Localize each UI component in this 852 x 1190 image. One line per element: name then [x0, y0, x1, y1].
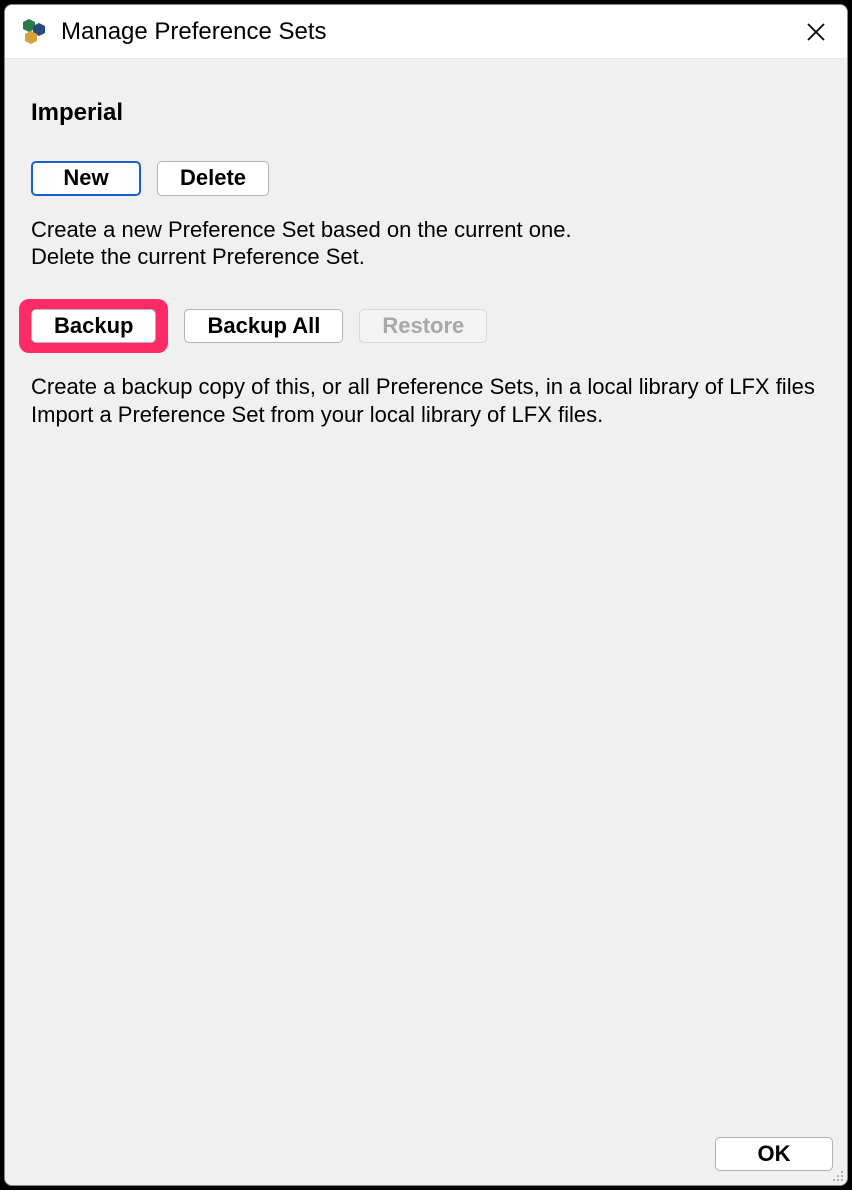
desc-text: Create a backup copy of this, or all Pre… — [31, 374, 815, 399]
title-bar: Manage Preference Sets — [5, 5, 847, 59]
delete-button[interactable]: Delete — [157, 161, 269, 196]
close-icon — [806, 22, 826, 42]
dialog-window: Manage Preference Sets Imperial New Dele… — [4, 4, 848, 1186]
backup-all-button[interactable]: Backup All — [184, 309, 343, 344]
new-delete-row: New Delete — [31, 161, 847, 196]
dialog-footer: OK — [715, 1137, 833, 1171]
window-title: Manage Preference Sets — [61, 18, 793, 46]
resize-grip[interactable] — [829, 1167, 845, 1183]
resize-grip-icon — [829, 1167, 845, 1183]
desc-text: Delete the current Preference Set. — [31, 244, 365, 269]
dialog-content: Imperial New Delete Create a new Prefere… — [5, 59, 847, 1185]
new-delete-description: Create a new Preference Set based on the… — [31, 216, 847, 271]
backup-restore-row: Backup Backup All Restore — [31, 299, 847, 354]
new-button[interactable]: New — [31, 161, 141, 196]
app-icon — [19, 17, 49, 47]
close-button[interactable] — [793, 9, 839, 55]
ok-button[interactable]: OK — [715, 1137, 833, 1171]
desc-text: Create a new Preference Set based on the… — [31, 217, 572, 242]
desc-text: Import a Preference Set from your local … — [31, 402, 603, 427]
backup-button[interactable]: Backup — [31, 309, 156, 344]
preference-set-name: Imperial — [31, 99, 847, 127]
backup-restore-description: Create a backup copy of this, or all Pre… — [31, 373, 847, 428]
restore-button: Restore — [359, 309, 487, 344]
backup-highlight: Backup — [19, 299, 168, 354]
